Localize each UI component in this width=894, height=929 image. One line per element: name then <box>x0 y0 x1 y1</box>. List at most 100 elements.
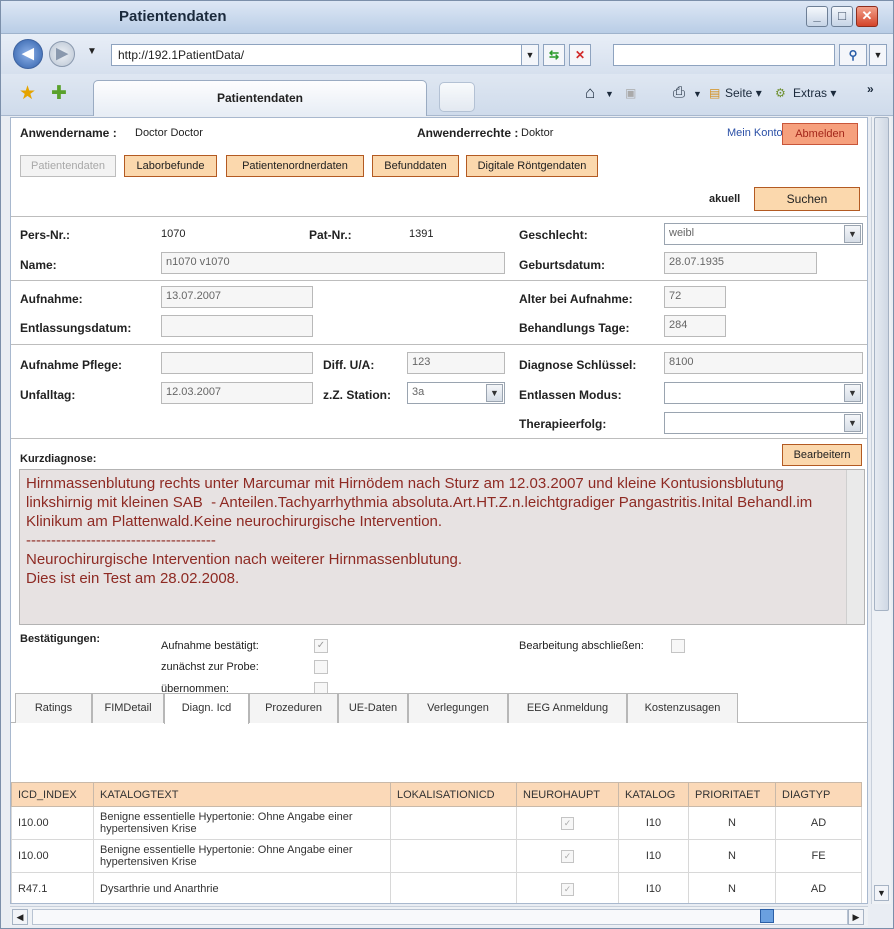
extras-menu[interactable]: Extras ▾ <box>793 86 836 100</box>
therapieerfolg-select[interactable]: ▼ <box>664 412 863 434</box>
behandlungstage-field[interactable]: 284 <box>664 315 726 337</box>
entlassen-modus-label: Entlassen Modus: <box>519 388 622 402</box>
horizontal-scrollbar[interactable]: ◀ ▶ <box>10 906 868 926</box>
browser-tab-active[interactable]: Patientendaten <box>93 80 427 116</box>
search-icon[interactable]: ⚲ <box>839 44 867 66</box>
bearbeitung-abschliessen-label: Bearbeitung abschließen: <box>519 640 644 652</box>
geschlecht-value: weibl <box>669 227 695 239</box>
search-label: akuell <box>709 193 741 205</box>
diagnose-schluessel-field[interactable]: 8100 <box>664 352 863 374</box>
tab-diagn-icd[interactable]: Diagn. Icd <box>164 693 249 724</box>
tab-ratings[interactable]: Ratings <box>15 693 92 723</box>
hscroll-thumb[interactable] <box>32 909 848 925</box>
new-tab-button[interactable] <box>439 82 475 112</box>
tab-eeg-anmeldung[interactable]: EEG Anmeldung <box>508 693 627 723</box>
favorites-star-icon[interactable]: ★ <box>19 82 36 105</box>
vertical-scrollbar[interactable]: ▼ <box>871 117 891 904</box>
scroll-left-icon[interactable]: ◀ <box>12 909 28 925</box>
stop-icon[interactable]: ✕ <box>569 44 591 66</box>
url-dropdown-icon[interactable]: ▼ <box>521 44 539 66</box>
neurohaupt-cell: ✓ <box>516 872 619 903</box>
nav-button[interactable]: Befunddaten <box>372 155 459 177</box>
column-header[interactable]: PRIORITAET <box>688 782 776 807</box>
unfalltag-field[interactable]: 12.03.2007 <box>161 382 313 404</box>
entlassungsdatum-field[interactable] <box>161 315 313 337</box>
table-header-row: ICD_INDEX KATALOGTEXT LOKALISATIONICD NEURO… <box>11 782 862 807</box>
search-button[interactable]: Suchen <box>754 187 860 211</box>
neurohaupt-checkbox[interactable]: ✓ <box>561 849 574 863</box>
back-arrow-icon[interactable]: ◀ <box>13 39 43 69</box>
my-account-link[interactable]: Mein Konto <box>727 127 783 139</box>
column-header[interactable]: LOKALISATIONICD <box>390 782 517 807</box>
logout-button[interactable]: Abmelden <box>782 123 858 145</box>
column-header[interactable]: KATALOG <box>618 782 689 807</box>
tab-kostenzusagen[interactable]: Kostenzusagen <box>627 693 738 723</box>
refresh-icon[interactable]: ⇆ <box>543 44 565 66</box>
kurzdiagnose-textarea[interactable]: Hirnmassenblutung rechts unter Marcumar … <box>19 469 865 625</box>
chevron-more-icon[interactable]: » <box>867 82 874 96</box>
geschlecht-select[interactable]: weibl ▼ <box>664 223 863 245</box>
geburtsdatum-field[interactable]: 28.07.1935 <box>664 252 817 274</box>
column-header[interactable]: NEUROHAUPT <box>516 782 619 807</box>
station-select[interactable]: 3a ▼ <box>407 382 505 404</box>
name-field[interactable]: n1070 v1070 <box>161 252 505 274</box>
unfalltag-label: Unfalltag: <box>20 388 76 402</box>
table-row[interactable]: I10.00 Benigne essentielle Hypertonie: Oh… <box>11 806 862 840</box>
table-row[interactable]: I10.00 Benigne essentielle Hypertonie: Oh… <box>11 839 862 873</box>
page-icon[interactable]: ▤ <box>709 86 720 100</box>
scroll-down-icon[interactable]: ▼ <box>874 885 889 901</box>
home-dropdown-icon[interactable]: ▼ <box>605 89 614 99</box>
scroll-right-icon[interactable]: ▶ <box>848 909 864 925</box>
geburtsdatum-label: Geburtsdatum: <box>519 258 606 272</box>
tab-ue-daten[interactable]: UE-Daten <box>338 693 408 723</box>
neurohaupt-checkbox[interactable]: ✓ <box>561 816 574 830</box>
minimize-button[interactable]: _ <box>806 6 828 27</box>
scroll-thumb[interactable] <box>874 117 889 611</box>
history-dropdown-icon[interactable]: ▼ <box>87 46 97 57</box>
maximize-button[interactable]: □ <box>831 6 853 27</box>
entlassen-modus-select[interactable]: ▼ <box>664 382 863 404</box>
cell-text: Dysarthrie und Anarthrie <box>93 872 391 903</box>
tab-prozeduren[interactable]: Prozeduren <box>249 693 338 723</box>
home-icon[interactable]: ⌂ <box>585 83 595 103</box>
bearbeitung-abschliessen-checkbox[interactable] <box>671 639 685 653</box>
diff-ua-label: Diff. U/A: <box>323 358 375 372</box>
nav-button[interactable]: Digitale Röntgendaten <box>466 155 598 177</box>
aufnahme-field[interactable]: 13.07.2007 <box>161 286 313 308</box>
nav-button[interactable]: Laborbefunde <box>124 155 217 177</box>
neurohaupt-checkbox[interactable]: ✓ <box>561 882 574 896</box>
tab-verlegungen[interactable]: Verlegungen <box>408 693 508 723</box>
print-icon[interactable]: ⎙ <box>673 84 685 101</box>
tab-fimdetail[interactable]: FIMDetail <box>92 693 164 723</box>
print-dropdown-icon[interactable]: ▼ <box>693 89 702 99</box>
url-input[interactable]: http://192.1PatientData/ <box>111 44 537 66</box>
search-input[interactable] <box>613 44 835 66</box>
alter-field[interactable]: 72 <box>664 286 726 308</box>
pat-nr-value: 1391 <box>409 228 434 240</box>
aufnahme-pflege-field[interactable] <box>161 352 313 374</box>
close-button[interactable]: ✕ <box>856 6 878 27</box>
add-favorite-icon[interactable]: ✚ <box>51 82 67 105</box>
forward-arrow-icon[interactable]: ▶ <box>49 41 75 67</box>
cell-typ: AD <box>775 872 862 903</box>
cell-prio: N <box>688 872 776 903</box>
diff-ua-field[interactable]: 123 <box>407 352 505 374</box>
edit-diagnosis-button[interactable]: Bearbeitern <box>782 444 862 466</box>
feeds-icon[interactable]: ▣ <box>625 86 636 100</box>
cell-icd: I10.00 <box>11 806 94 840</box>
page-menu[interactable]: Seite ▾ <box>725 86 762 100</box>
column-header[interactable]: ICD_INDEX <box>11 782 94 807</box>
zur-probe-checkbox[interactable] <box>314 660 328 674</box>
column-header[interactable]: KATALOGTEXT <box>93 782 391 807</box>
chevron-down-icon: ▼ <box>486 384 503 402</box>
nav-button[interactable]: Patientenordnerdaten <box>226 155 364 177</box>
aufnahme-bestaetigt-checkbox[interactable]: ✓ <box>314 639 328 653</box>
nav-button[interactable]: Patientendaten <box>20 155 116 177</box>
gear-icon[interactable]: ⚙ <box>775 86 786 100</box>
table-row[interactable]: R47.1 Dysarthrie und Anarthrie ✓ I10 N AD <box>11 872 862 903</box>
column-header[interactable]: DIAGTYP <box>775 782 862 807</box>
search-dropdown-icon[interactable]: ▼ <box>869 44 887 66</box>
browser-tab-title: Patientendaten <box>216 91 303 105</box>
bestaetigungen-label: Bestätigungen: <box>20 633 101 645</box>
textarea-scrollbar[interactable] <box>846 470 864 624</box>
